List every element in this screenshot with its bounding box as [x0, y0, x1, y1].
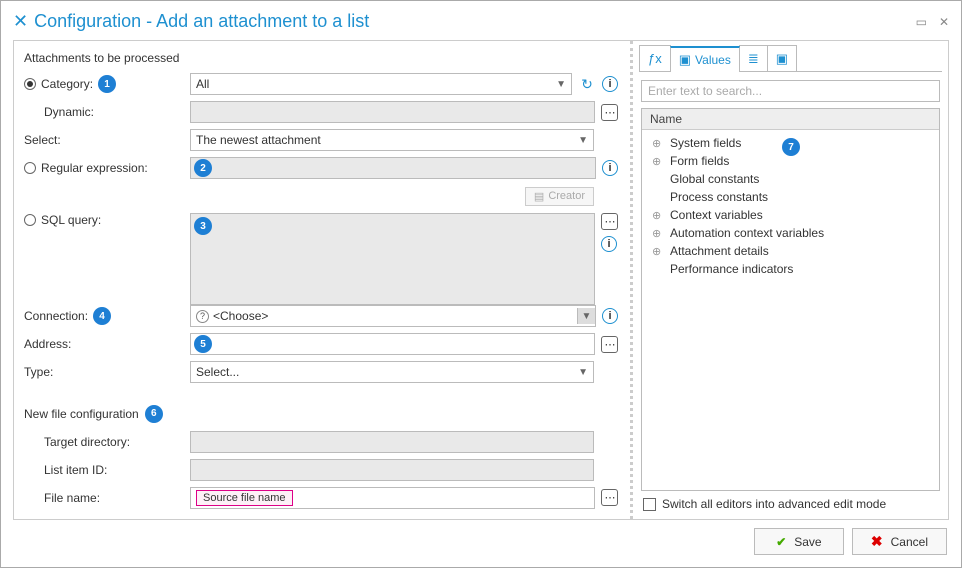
refresh-icon[interactable] — [578, 75, 596, 93]
search-input[interactable]: Enter text to search... — [641, 80, 940, 102]
marker-2: 2 — [194, 159, 212, 177]
regex-input[interactable] — [190, 157, 596, 179]
radio-regex[interactable] — [24, 162, 36, 174]
info-icon[interactable]: i — [602, 308, 618, 324]
marker-4: 4 — [93, 307, 111, 325]
expand-icon[interactable]: ⊕ — [652, 137, 661, 150]
tree-global-constants[interactable]: Global constants — [642, 170, 939, 188]
radio-sql[interactable] — [24, 214, 36, 226]
label-dynamic: Dynamic: — [44, 105, 94, 119]
target-dir-input[interactable] — [190, 431, 594, 453]
connection-select[interactable]: ? <Choose> ▼ — [190, 305, 596, 327]
info-icon[interactable]: i — [602, 76, 618, 92]
radio-category[interactable] — [24, 78, 36, 90]
dialog-title: Configuration - Add an attachment to a l… — [34, 11, 916, 32]
label-sql: SQL query: — [41, 213, 101, 227]
list-item-input[interactable] — [190, 459, 594, 481]
label-address: Address: — [24, 337, 71, 351]
dynamic-input[interactable] — [190, 101, 595, 123]
expand-icon[interactable]: ⊕ — [652, 227, 661, 240]
save-button[interactable]: ✔ Save — [754, 528, 844, 555]
marker-3: 3 — [194, 217, 212, 235]
label-regex: Regular expression: — [41, 161, 148, 175]
label-newfile: New file configuration — [24, 407, 139, 421]
label-category: Category: — [41, 77, 93, 91]
type-select[interactable]: Select... ▼ — [190, 361, 594, 383]
book-icon: ▤ — [534, 190, 544, 203]
tree-attachment-details[interactable]: ⊕Attachment details — [642, 242, 939, 260]
expand-icon[interactable]: ⊕ — [652, 245, 661, 258]
chevron-down-icon: ▼ — [577, 308, 595, 324]
label-target-dir: Target directory: — [44, 435, 130, 449]
info-icon[interactable]: i — [602, 160, 618, 176]
label-select: Select: — [24, 133, 61, 147]
marker-5: 5 — [194, 335, 212, 353]
list-icon: ≣ — [748, 51, 759, 67]
chevron-down-icon: ▼ — [556, 79, 566, 90]
more-icon[interactable]: ⋯ — [601, 336, 618, 353]
more-icon[interactable]: ⋯ — [601, 213, 618, 230]
cancel-icon: ✖ — [871, 533, 883, 550]
more-icon[interactable]: ⋯ — [601, 104, 618, 121]
tree-automation-context[interactable]: ⊕Automation context variables — [642, 224, 939, 242]
more-icon[interactable]: ⋯ — [601, 489, 618, 506]
chevron-down-icon: ▼ — [578, 367, 588, 378]
help-icon: ? — [196, 310, 209, 323]
cancel-button[interactable]: ✖ Cancel — [852, 528, 947, 555]
marker-1: 1 — [98, 75, 116, 93]
expand-icon[interactable]: ⊕ — [652, 155, 661, 168]
tree-context-vars[interactable]: ⊕Context variables — [642, 206, 939, 224]
marker-6: 6 — [145, 405, 163, 423]
values-icon: ▣ — [679, 52, 691, 68]
tab-list[interactable]: ≣ — [739, 45, 768, 71]
category-select[interactable]: All ▼ — [190, 73, 572, 95]
section-attachments: Attachments to be processed — [24, 51, 618, 65]
label-type: Type: — [24, 365, 53, 379]
file-name-input[interactable]: Source file name — [190, 487, 595, 509]
label-advanced-mode: Switch all editors into advanced edit mo… — [662, 497, 886, 511]
label-file-name: File name: — [44, 491, 100, 505]
tab-fx[interactable]: ƒx — [639, 45, 671, 71]
label-list-item: List item ID: — [44, 463, 107, 477]
source-file-name-token[interactable]: Source file name — [196, 490, 293, 506]
marker-7: 7 — [782, 138, 800, 156]
fx-icon: ƒx — [648, 51, 662, 66]
label-connection: Connection: — [24, 309, 88, 323]
check-icon: ✔ — [776, 535, 786, 549]
maximize-icon[interactable]: ▭ — [916, 15, 927, 29]
tab-proc[interactable]: ▣ — [767, 45, 797, 71]
tree-performance[interactable]: Performance indicators — [642, 260, 939, 278]
close-icon[interactable]: ✕ — [939, 15, 949, 29]
expand-icon[interactable]: ⊕ — [652, 209, 661, 222]
proc-icon: ▣ — [776, 51, 788, 67]
advanced-mode-checkbox[interactable] — [643, 498, 656, 511]
tab-values[interactable]: ▣ Values — [670, 46, 740, 72]
creator-button[interactable]: ▤ Creator — [525, 187, 594, 206]
wrench-icon: ✕ — [13, 11, 28, 32]
select-dropdown[interactable]: The newest attachment ▼ — [190, 129, 594, 151]
tree-process-constants[interactable]: Process constants — [642, 188, 939, 206]
tree-header: Name — [642, 109, 939, 130]
info-icon[interactable]: i — [601, 236, 617, 252]
chevron-down-icon: ▼ — [578, 135, 588, 146]
address-input[interactable] — [190, 333, 595, 355]
sql-textarea[interactable] — [190, 213, 595, 305]
